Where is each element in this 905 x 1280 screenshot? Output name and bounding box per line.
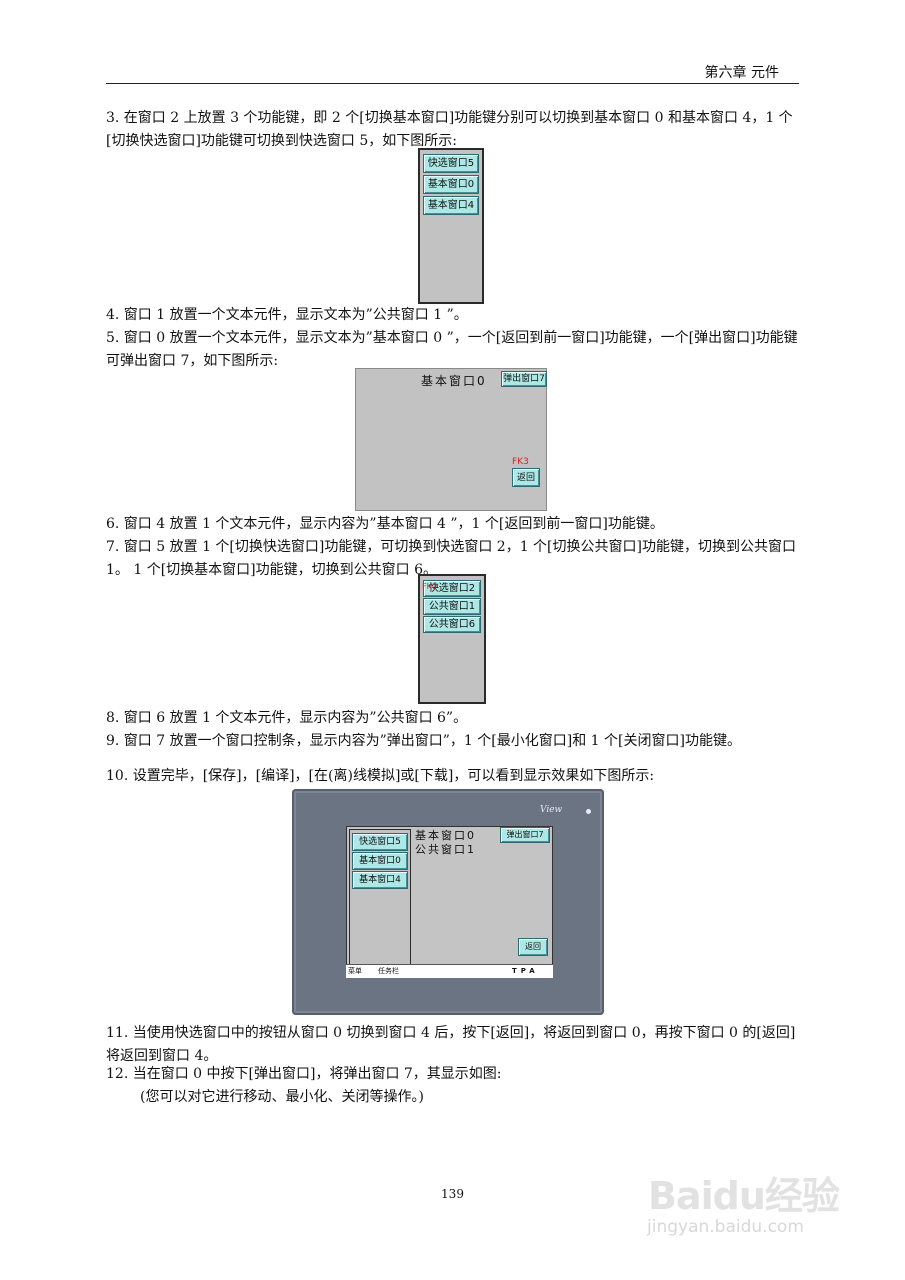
- taskbar-menu[interactable]: 菜单: [348, 965, 362, 977]
- back-button[interactable]: 返回: [512, 468, 540, 487]
- paragraph-12: 12. 当在窗口 0 中按下[弹出窗口]，将弹出窗口 7，其显示如图:: [106, 1066, 502, 1082]
- chapter-title: 第六章 元件: [704, 65, 779, 81]
- watermark-url: jingyan.baidu.com: [647, 1217, 804, 1237]
- paragraph-4: 4. 窗口 1 放置一个文本元件，显示文本为”公共窗口 1 ”。: [106, 307, 468, 323]
- device-popup-window-7-button[interactable]: 弹出窗口7: [500, 827, 550, 843]
- paragraph-12-note: (您可以对它进行移动、最小化、关闭等操作。): [140, 1089, 424, 1105]
- common-window-6-button[interactable]: 公共窗口6: [423, 616, 481, 633]
- quick-window-5-button[interactable]: 快选窗口5: [423, 154, 479, 173]
- header-divider: [106, 83, 799, 84]
- paragraph-8: 8. 窗口 6 放置 1 个文本元件，显示内容为”公共窗口 6”。: [106, 710, 468, 726]
- base-window-4-button[interactable]: 基本窗口4: [423, 196, 479, 215]
- paragraph-10: 10. 设置完毕，[保存]，[编译]，[在(离)线模拟]或[下载]，可以看到显示…: [106, 768, 655, 784]
- device-common-window-1-text: 公共窗口1: [415, 843, 476, 856]
- device-base-window-0-button[interactable]: 基本窗口0: [352, 852, 408, 870]
- paragraph-5: 5. 窗口 0 放置一个文本元件，显示文本为”基本窗口 0 ”，一个[返回到前一…: [106, 330, 798, 369]
- paragraph-11: 11. 当使用快选窗口中的按钮从窗口 0 切换到窗口 4 后，按下[返回]，将返…: [106, 1025, 796, 1064]
- popup-window-7-button[interactable]: 弹出窗口7: [501, 371, 547, 387]
- device-base-window-4-button[interactable]: 基本窗口4: [352, 871, 408, 889]
- fk3-label: FK3: [512, 457, 529, 467]
- device-taskbar: 菜单 任务栏 TPA: [346, 964, 553, 978]
- device-quick-window-5-button[interactable]: 快选窗口5: [352, 833, 408, 851]
- figure-quick-window-2: 快选窗口5 基本窗口0 基本窗口4: [418, 148, 484, 304]
- paragraph-9: 9. 窗口 7 放置一个窗口控制条，显示内容为”弹出窗口”，1 个[最小化窗口]…: [106, 733, 741, 749]
- figure-base-window-0: 基本窗口0 弹出窗口7 FK3 返回: [355, 368, 547, 511]
- taskbar-status-icons[interactable]: TPA: [512, 965, 539, 977]
- common-window-1-button[interactable]: 公共窗口1: [423, 598, 481, 615]
- fk0-label: FK0: [422, 582, 437, 591]
- device-screen: 快选窗口5 基本窗口0 基本窗口4 基本窗口0 公共窗口1 弹出窗口7 返回: [346, 826, 553, 978]
- taskbar-tasks[interactable]: 任务栏: [378, 965, 399, 977]
- figure-quick-window-5: 快选窗口2 FK0 公共窗口1 公共窗口6: [418, 574, 486, 704]
- power-led: [586, 809, 591, 814]
- base-window-0-button[interactable]: 基本窗口0: [423, 175, 479, 194]
- device-back-button[interactable]: 返回: [518, 938, 548, 956]
- watermark-logo: Baidu经验: [648, 1174, 840, 1218]
- paragraph-6: 6. 窗口 4 放置 1 个文本元件，显示内容为”基本窗口 4 ”，1 个[返回…: [106, 516, 664, 532]
- quick-window-panel: 快选窗口5 基本窗口0 基本窗口4: [349, 829, 411, 965]
- base-window-0-text: 基本窗口0: [421, 374, 487, 388]
- paragraph-3: 3. 在窗口 2 上放置 3 个功能键，即 2 个[切换基本窗口]功能键分别可以…: [106, 110, 793, 149]
- device-logo: View: [540, 805, 563, 815]
